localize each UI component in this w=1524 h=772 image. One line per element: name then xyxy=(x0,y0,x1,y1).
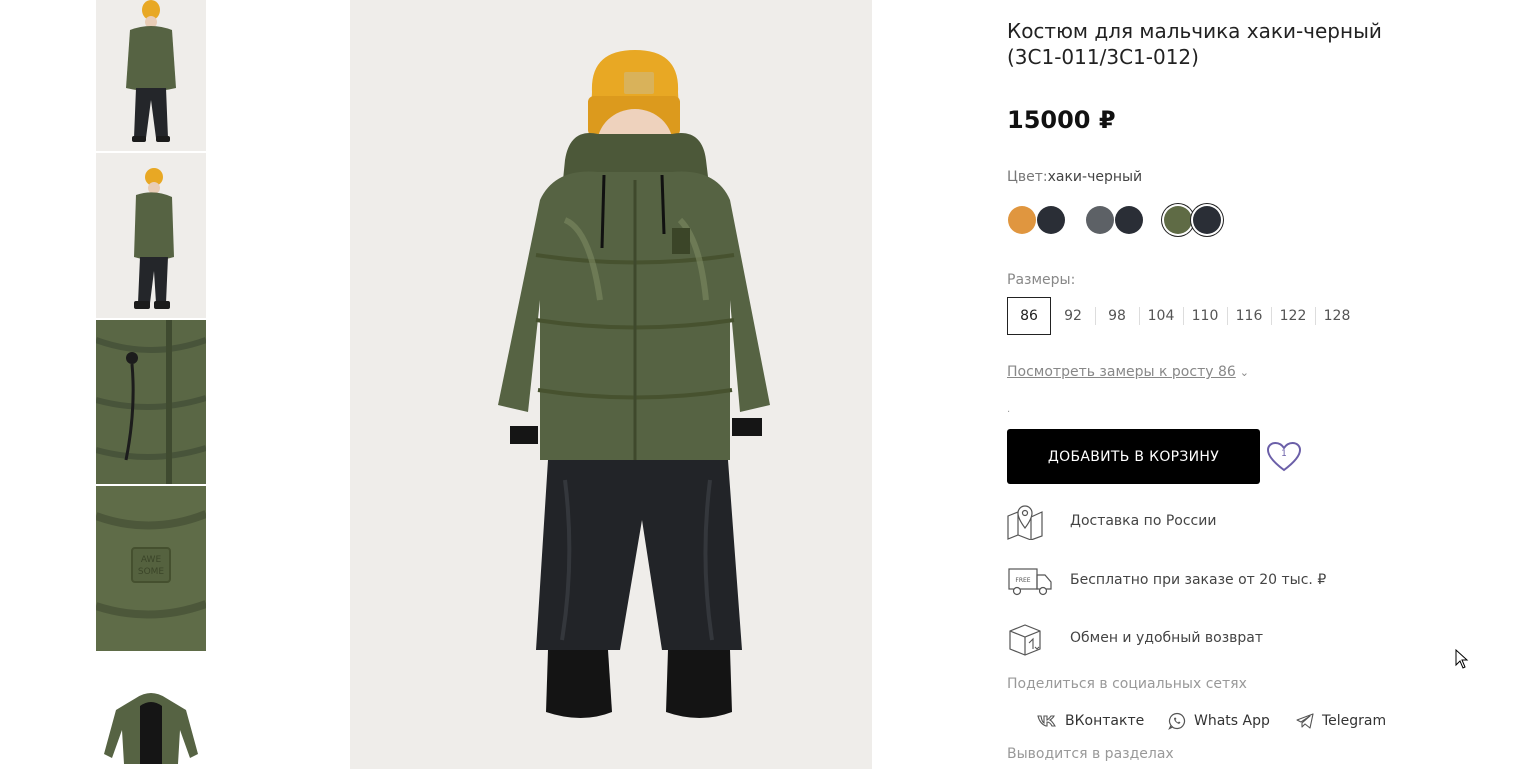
share-label: Поделиться в социальных сетях xyxy=(1007,676,1247,692)
swatch-grey-black[interactable] xyxy=(1085,204,1147,236)
size-option-110[interactable]: 110 xyxy=(1183,297,1227,335)
favorite-count: 1 xyxy=(1281,449,1287,459)
map-pin-icon xyxy=(1007,505,1043,540)
benefit-return-text: Обмен и удобный возврат xyxy=(1070,630,1264,646)
mouse-cursor-icon xyxy=(1455,649,1469,669)
share-telegram-label: Telegram xyxy=(1322,713,1387,729)
share-telegram-link[interactable]: Telegram xyxy=(1296,711,1386,731)
benefit-delivery-text: Доставка по России xyxy=(1070,513,1217,529)
thumbnail-detail-drawstring[interactable] xyxy=(96,320,206,484)
color-label-text: Цвет: xyxy=(1007,169,1048,185)
measurements-link[interactable]: Посмотреть замеры к росту 86 ⌄ xyxy=(1007,364,1249,380)
share-vk-link[interactable]: ВКонтакте xyxy=(1037,711,1144,731)
swatch-dot-grey xyxy=(1086,206,1114,234)
favorite-button[interactable]: 1 xyxy=(1266,441,1302,473)
sizes-label: Размеры: xyxy=(1007,272,1076,288)
color-value: хаки-черный xyxy=(1047,169,1143,185)
svg-text:FREE: FREE xyxy=(1015,577,1030,584)
swatch-dot-black xyxy=(1037,206,1065,234)
svg-text:SOME: SOME xyxy=(138,567,165,577)
size-option-86[interactable]: 86 xyxy=(1007,297,1051,335)
swatch-dot-orange xyxy=(1008,206,1036,234)
whatsapp-icon xyxy=(1168,712,1186,730)
benefit-free-shipping: FREE Бесплатно при заказе от 20 тыс. ₽ xyxy=(1007,563,1407,599)
sections-label: Выводится в разделах xyxy=(1007,746,1174,762)
size-option-116[interactable]: 116 xyxy=(1227,297,1271,335)
share-whatsapp-link[interactable]: Whats App xyxy=(1168,711,1270,731)
chevron-down-icon: ⌄ xyxy=(1239,366,1249,379)
benefit-free-shipping-text: Бесплатно при заказе от 20 тыс. ₽ xyxy=(1070,572,1327,588)
benefit-return: Обмен и удобный возврат xyxy=(1007,621,1407,657)
size-option-122[interactable]: 122 xyxy=(1271,297,1315,335)
telegram-icon xyxy=(1296,713,1314,729)
thumbnail-front-view[interactable] xyxy=(96,0,206,151)
thumbnail-side-view[interactable] xyxy=(96,153,206,318)
size-selector: 86 92 98 104 110 116 122 128 xyxy=(1007,297,1359,335)
small-dot: . xyxy=(1007,404,1011,415)
swatch-khaki-black[interactable] xyxy=(1163,204,1225,236)
product-title: Костюм для мальчика хаки-черный (3С1-011… xyxy=(1007,19,1382,69)
swatch-dot-khaki xyxy=(1164,206,1192,234)
svg-text:AWE: AWE xyxy=(141,555,162,565)
free-delivery-truck-icon: FREE xyxy=(1008,568,1052,596)
swatch-orange-black[interactable] xyxy=(1007,204,1069,236)
main-product-photo[interactable] xyxy=(350,0,872,769)
vk-icon xyxy=(1037,715,1056,727)
product-price: 15000 ₽ xyxy=(1007,106,1116,134)
benefit-delivery: Доставка по России xyxy=(1007,504,1407,540)
size-option-92[interactable]: 92 xyxy=(1051,297,1095,335)
share-vk-label: ВКонтакте xyxy=(1065,713,1145,729)
thumbnail-detail-logo-patch[interactable]: AWE SOME xyxy=(96,486,206,651)
size-option-128[interactable]: 128 xyxy=(1315,297,1359,335)
size-option-98[interactable]: 98 xyxy=(1095,297,1139,335)
return-box-icon xyxy=(1009,624,1041,656)
swatch-dot-black xyxy=(1115,206,1143,234)
measurements-link-text: Посмотреть замеры к росту 86 xyxy=(1007,364,1236,380)
color-label: Цвет:хаки-черный xyxy=(1007,169,1142,185)
size-option-104[interactable]: 104 xyxy=(1139,297,1183,335)
thumbnail-jacket-open[interactable] xyxy=(96,684,206,772)
swatch-dot-black xyxy=(1193,206,1221,234)
share-whatsapp-label: Whats App xyxy=(1194,713,1270,729)
add-to-cart-button[interactable]: ДОБАВИТЬ В КОРЗИНУ xyxy=(1007,429,1260,484)
